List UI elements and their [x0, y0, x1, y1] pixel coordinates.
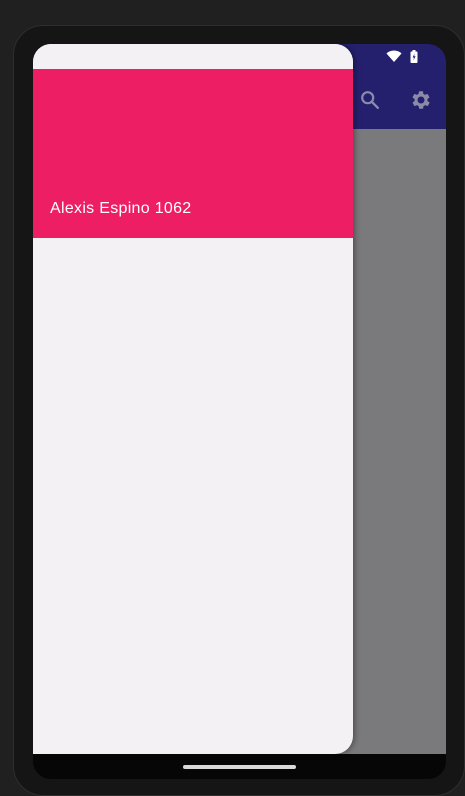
drawer-status-bar: [33, 44, 353, 69]
battery-icon: [410, 50, 418, 68]
wifi-icon: [386, 50, 402, 68]
navigation-bar: [33, 754, 446, 779]
home-gesture-handle[interactable]: [183, 765, 296, 769]
drawer-list: [33, 238, 353, 754]
navigation-drawer: Alexis Espino 1062: [33, 44, 353, 754]
gear-icon[interactable]: [409, 88, 433, 117]
status-icons: [386, 50, 418, 68]
phone-screen: Alexis Espino 1062: [33, 44, 446, 779]
drawer-header: Alexis Espino 1062: [33, 69, 353, 238]
drawer-header-title: Alexis Espino 1062: [50, 200, 192, 217]
search-icon[interactable]: [359, 89, 381, 116]
